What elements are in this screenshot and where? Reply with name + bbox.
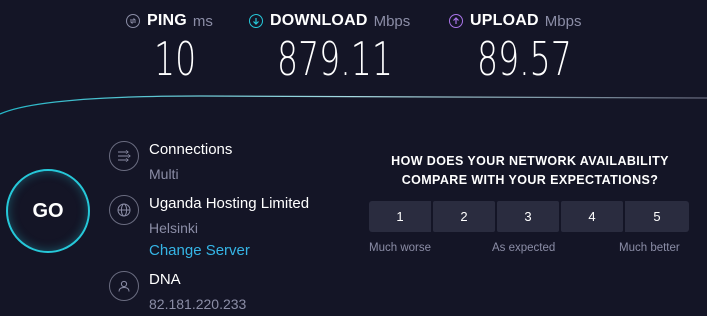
survey-question-line2: COMPARE WITH YOUR EXPECTATIONS? — [401, 173, 659, 187]
go-button[interactable]: GO — [6, 169, 90, 253]
ping-metric: PING ms 10 — [126, 10, 213, 86]
ping-icon — [126, 14, 140, 28]
scale-label-low: Much worse — [369, 242, 431, 254]
rating-option-5[interactable]: 5 — [625, 201, 689, 232]
download-label: DOWNLOAD — [270, 12, 368, 29]
change-server-link[interactable]: Change Server — [149, 242, 250, 259]
rating-option-3[interactable]: 3 — [497, 201, 559, 232]
upload-label: UPLOAD — [470, 12, 539, 29]
upload-arrow-icon — [449, 14, 463, 28]
upload-metric: UPLOAD Mbps 89.57 — [449, 10, 582, 86]
download-value: 879.11 — [277, 32, 393, 86]
connections-icon — [109, 141, 139, 171]
isp-ip: 82.181.220.233 — [149, 296, 247, 312]
rating-option-1[interactable]: 1 — [369, 201, 431, 232]
upload-value: 89.57 — [477, 32, 572, 86]
globe-icon — [109, 195, 139, 225]
rating-option-2[interactable]: 2 — [433, 201, 495, 232]
speed-arc-divider — [0, 95, 707, 115]
rating-option-4[interactable]: 4 — [561, 201, 623, 232]
download-unit: Mbps — [373, 12, 411, 30]
download-metric: DOWNLOAD Mbps 879.11 — [249, 10, 411, 86]
scale-label-mid: As expected — [492, 242, 556, 254]
connections-value: Multi — [149, 166, 179, 182]
ping-value: 10 — [154, 32, 197, 86]
ping-label: PING — [147, 12, 187, 29]
upload-unit: Mbps — [544, 12, 582, 30]
server-name: Uganda Hosting Limited — [149, 195, 310, 212]
scale-label-high: Much better — [619, 242, 680, 254]
download-arrow-icon — [249, 14, 263, 28]
ping-unit: ms — [192, 12, 213, 30]
isp-name: DNA — [149, 271, 181, 288]
rating-scale: 1 2 3 4 5 — [369, 201, 689, 232]
survey-question-line1: HOW DOES YOUR NETWORK AVAILABILITY — [391, 154, 669, 168]
survey-question: HOW DOES YOUR NETWORK AVAILABILITY COMPA… — [370, 152, 690, 190]
connections-title: Connections — [149, 141, 233, 158]
user-icon — [109, 271, 139, 301]
server-location: Helsinki — [149, 220, 199, 236]
